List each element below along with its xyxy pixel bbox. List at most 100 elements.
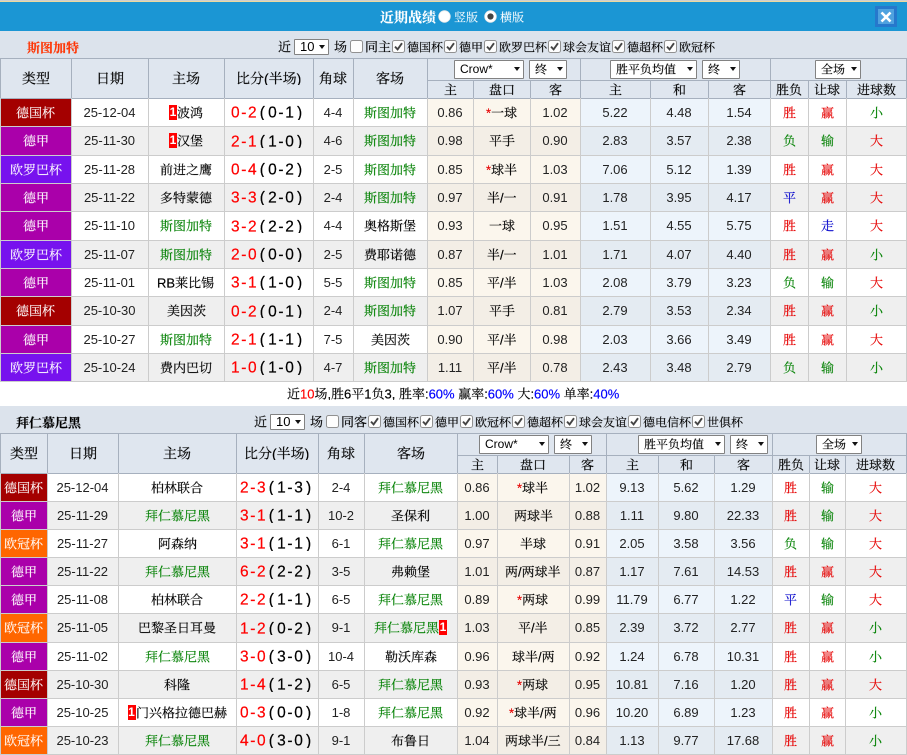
svg-text:0: 0 [231,105,240,120]
svg-text:): ) [297,190,302,205]
svg-text:1: 1 [231,360,240,375]
svg-text:3: 3 [257,705,266,720]
svg-text:(: ( [269,480,275,495]
svg-text:-: - [250,620,255,635]
svg-text:(: ( [260,162,266,177]
svg-text:2: 2 [285,162,294,177]
svg-text:-: - [241,247,246,262]
svg-text:0: 0 [285,275,294,290]
svg-text:3: 3 [294,480,303,495]
svg-text:0: 0 [240,705,249,720]
svg-text:2: 2 [294,564,303,579]
svg-text:): ) [306,508,311,523]
svg-text:): ) [305,446,310,460]
svg-text:): ) [306,705,311,720]
svg-text:-: - [279,162,284,177]
svg-text:-: - [241,275,246,290]
svg-text:0: 0 [231,303,240,318]
svg-text:): ) [306,564,311,579]
svg-text:-: - [279,360,284,375]
svg-text:(: ( [272,446,277,460]
svg-text:/: / [540,706,544,719]
svg-text:40%: 40% [594,387,620,400]
svg-text:): ) [297,332,302,347]
svg-text:/: / [500,361,504,374]
svg-text:-: - [250,677,255,692]
svg-text:1: 1 [277,508,286,523]
svg-text:1: 1 [294,536,303,551]
svg-text:(: ( [260,190,266,205]
svg-text:-: - [279,275,284,290]
svg-text:1: 1 [277,480,286,495]
svg-text:(: ( [269,705,275,720]
svg-text:(: ( [269,592,275,607]
svg-text:,: , [328,387,332,400]
svg-text:-: - [279,133,284,148]
svg-text:/: / [538,650,542,663]
svg-text:3: 3 [240,508,249,523]
svg-text:-: - [241,133,246,148]
svg-text:0: 0 [294,733,303,748]
svg-text:(: ( [260,105,266,120]
svg-text:-: - [241,162,246,177]
svg-text:3: 3 [231,190,240,205]
svg-text:0: 0 [268,162,277,177]
svg-text:-: - [250,564,255,579]
svg-text:-: - [250,508,255,523]
svg-text:2: 2 [231,133,240,148]
svg-text:): ) [306,592,311,607]
svg-text:2: 2 [248,218,257,233]
svg-text::: : [590,387,594,400]
svg-text:(: ( [269,649,275,664]
svg-text:): ) [306,677,311,692]
svg-text:60%: 60% [429,387,455,400]
svg-text:-: - [250,649,255,664]
svg-text:3: 3 [277,733,286,748]
svg-text:(: ( [260,133,266,148]
svg-text:): ) [297,133,302,148]
svg-text::: : [531,387,535,400]
svg-text:1: 1 [365,387,372,400]
svg-text:(: ( [260,218,266,233]
svg-text:-: - [241,218,246,233]
svg-text:): ) [297,275,302,290]
svg-text:-: - [287,705,292,720]
svg-text:4: 4 [257,677,266,692]
svg-text:-: - [287,733,292,748]
svg-text:RB: RB [157,276,175,289]
svg-text:0: 0 [294,649,303,664]
svg-text:60%: 60% [488,387,514,400]
svg-text:3: 3 [240,536,249,551]
svg-text:-: - [279,303,284,318]
svg-text:1: 1 [257,536,266,551]
svg-text:-: - [287,677,292,692]
svg-text:-: - [279,218,284,233]
svg-text:/: / [500,333,504,346]
svg-text:1: 1 [248,332,257,347]
svg-text:1: 1 [294,592,303,607]
svg-text:3: 3 [257,480,266,495]
svg-text:0: 0 [248,247,257,262]
svg-text:(: ( [260,360,266,375]
svg-text:-: - [287,508,292,523]
svg-text:2: 2 [231,332,240,347]
svg-text:0: 0 [248,360,257,375]
svg-text:-: - [241,360,246,375]
svg-text:): ) [297,360,302,375]
svg-text:2: 2 [240,592,249,607]
svg-text:(: ( [269,564,275,579]
svg-text:1: 1 [257,508,266,523]
svg-text:): ) [306,536,311,551]
svg-text:): ) [297,162,302,177]
svg-text:2: 2 [294,620,303,635]
svg-text:(: ( [269,677,275,692]
svg-text:(: ( [260,303,266,318]
svg-text:-: - [241,303,246,318]
svg-text:1: 1 [277,536,286,551]
svg-text:2: 2 [257,620,266,635]
svg-text:/: / [500,248,504,261]
svg-text:(: ( [269,536,275,551]
svg-text:1: 1 [285,105,294,120]
svg-text:2: 2 [268,218,277,233]
svg-text:/: / [531,621,535,634]
